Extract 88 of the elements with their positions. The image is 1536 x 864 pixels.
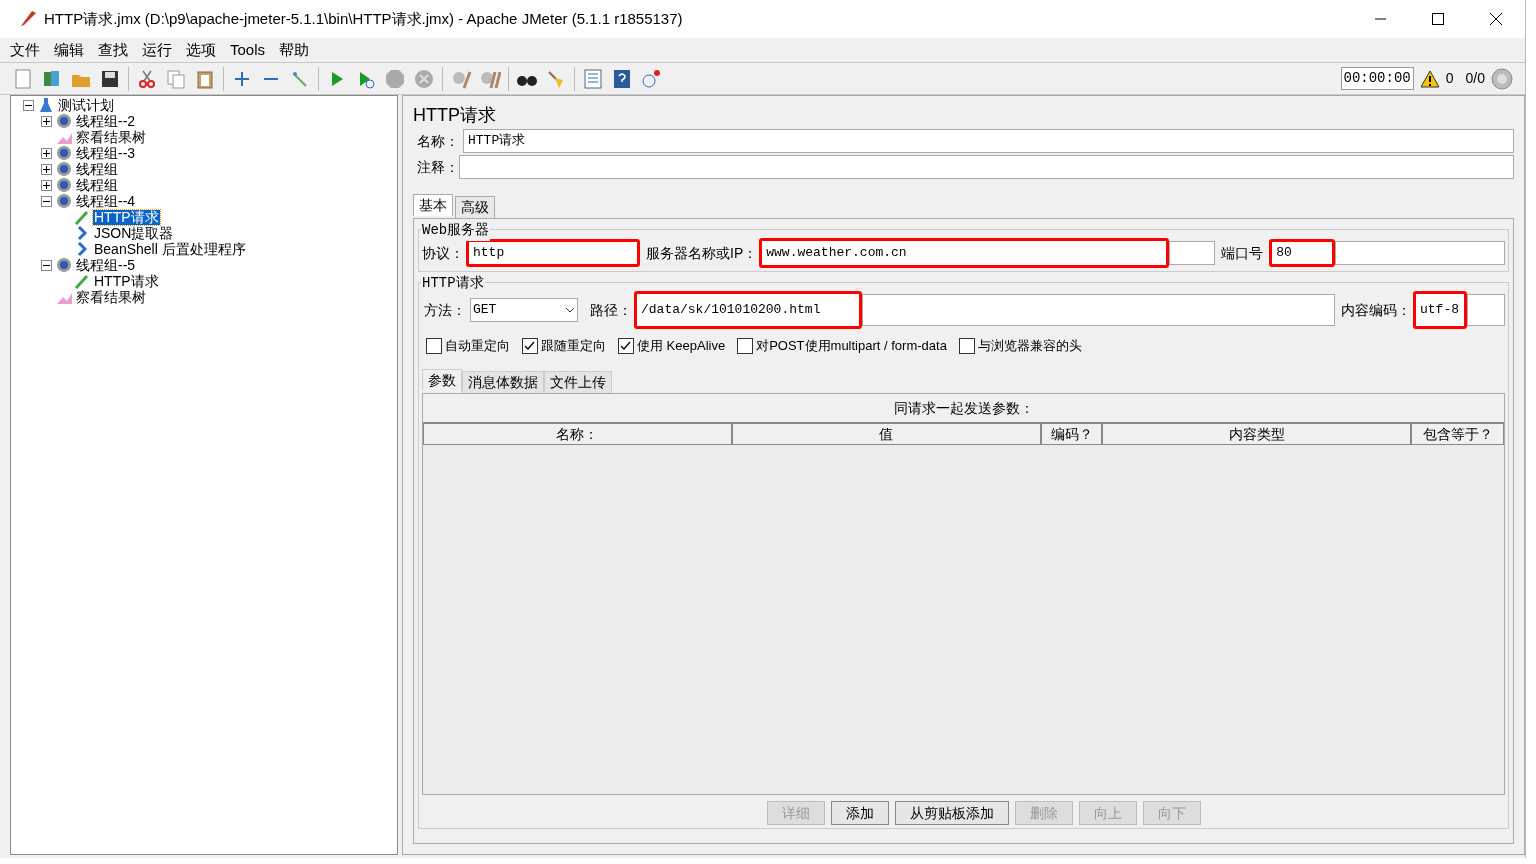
checkbox-label[interactable]: 自动重定向 xyxy=(445,336,510,356)
tree-item[interactable]: JSON提取器 xyxy=(93,225,175,241)
checkbox-label[interactable]: 对POST使用multipart / form-data xyxy=(756,336,947,356)
column-header[interactable]: 名称： xyxy=(423,423,732,445)
input-field[interactable]: utf-8 xyxy=(1413,291,1467,329)
menu-item[interactable]: 文件 xyxy=(8,38,42,62)
tree-item[interactable]: 线程组--4 xyxy=(75,193,137,209)
tree-item[interactable]: BeanShell 后置处理程序 xyxy=(93,241,247,257)
input-field[interactable]: http xyxy=(466,239,640,267)
input-field[interactable]: HTTP请求 xyxy=(463,129,1514,153)
tab[interactable]: 基本 xyxy=(413,194,453,216)
gear-icon xyxy=(55,112,73,130)
checkbox[interactable] xyxy=(522,338,538,354)
tree-item[interactable]: HTTP请求 xyxy=(93,209,160,225)
tree-item[interactable]: 线程组 xyxy=(75,177,119,193)
group-legend: Web服务器 xyxy=(421,220,491,241)
field-label: 名称： xyxy=(416,131,460,151)
checkbox-label[interactable]: 跟随重定向 xyxy=(541,336,606,356)
expand-icon[interactable] xyxy=(41,179,52,191)
button[interactable]: 从剪贴板添加 xyxy=(894,801,1009,825)
tree-item[interactable]: 线程组 xyxy=(75,161,119,177)
column-header[interactable]: 包含等于？ xyxy=(1411,423,1504,445)
field-label: 路径： xyxy=(590,300,632,320)
menu-item[interactable]: 选项 xyxy=(184,38,218,62)
flask-icon xyxy=(37,96,55,114)
tree-item[interactable]: 线程组--2 xyxy=(75,113,137,129)
tab[interactable]: 高级 xyxy=(455,196,495,218)
tree-item[interactable]: 察看结果树 xyxy=(75,289,147,305)
field-label: 服务器名称或IP： xyxy=(646,243,758,263)
menu-item[interactable]: 帮助 xyxy=(277,38,312,62)
tab[interactable]: 文件上传 xyxy=(544,371,612,393)
collapse-icon[interactable] xyxy=(23,99,34,111)
warning-count: 0 xyxy=(1445,69,1454,88)
expand-icon[interactable] xyxy=(41,163,52,175)
input-field[interactable] xyxy=(459,155,1514,179)
collapse-icon[interactable] xyxy=(41,195,52,207)
timer-display: 00:00:00 xyxy=(1340,67,1414,90)
checkbox[interactable] xyxy=(958,338,975,354)
gear-icon xyxy=(55,160,73,178)
button[interactable]: 添加 xyxy=(830,801,889,825)
remote-icon[interactable] xyxy=(640,67,662,90)
menu-item[interactable]: 运行 xyxy=(140,38,174,62)
thread-count: 0/0 xyxy=(1465,69,1485,88)
panel-title: HTTP请求 xyxy=(413,104,497,127)
tree-item[interactable]: 线程组--3 xyxy=(75,145,137,161)
pipette-icon xyxy=(73,272,91,290)
field-label: 内容编码： xyxy=(1341,300,1411,320)
column-header[interactable]: 值 xyxy=(731,423,1041,445)
tree-item[interactable]: 测试计划 xyxy=(57,97,115,113)
window-title: HTTP请求.jmx (D:\p9\apache-jmeter-5.1.1\bin\HTTP请求.jmx) - Apache JMeter (5.1.1 r1855137) xyxy=(44,8,683,29)
tab[interactable]: 参数 xyxy=(422,369,462,391)
menu-item[interactable]: 查找 xyxy=(96,38,130,62)
collapse-icon[interactable] xyxy=(41,259,52,271)
checkbox[interactable] xyxy=(426,338,442,354)
input-field[interactable]: www.weather.com.cn xyxy=(759,238,1170,268)
expand-icon[interactable] xyxy=(41,147,52,159)
field-label: 协议： xyxy=(422,243,464,263)
pipette-icon xyxy=(73,208,91,226)
help-icon[interactable] xyxy=(611,67,633,90)
menu-item[interactable]: 编辑 xyxy=(52,38,86,62)
gear-icon xyxy=(55,176,73,194)
list-icon[interactable] xyxy=(582,67,604,90)
input-field[interactable]: 80 xyxy=(1269,239,1336,267)
gear-icon xyxy=(55,256,73,274)
checkbox-label[interactable]: 与浏览器兼容的头 xyxy=(977,336,1082,356)
column-header[interactable]: 编码？ xyxy=(1040,423,1103,445)
input-field-extension xyxy=(1467,294,1505,326)
table-caption: 同请求一起发送参数： xyxy=(892,398,1035,418)
checkbox-label[interactable]: 使用 KeepAlive xyxy=(637,336,726,356)
tree-item[interactable]: 线程组--5 xyxy=(75,257,137,273)
column-header[interactable]: 内容类型 xyxy=(1102,423,1412,445)
warning-icon xyxy=(1419,69,1440,88)
input-field[interactable]: /data/sk/101010200.html xyxy=(634,291,862,329)
tab[interactable]: 消息体数据 xyxy=(462,371,544,393)
tree-item[interactable]: HTTP请求 xyxy=(93,273,160,289)
expand-icon[interactable] xyxy=(41,115,52,127)
checkbox[interactable] xyxy=(737,338,754,354)
gear-icon xyxy=(55,192,73,210)
tree-item[interactable]: 察看结果树 xyxy=(75,129,147,145)
field-label: 方法： xyxy=(424,300,466,320)
input-field-extension xyxy=(1169,241,1216,265)
field-label: 端口号 xyxy=(1221,243,1264,263)
method-dropdown[interactable]: GET xyxy=(470,298,578,322)
checkbox[interactable] xyxy=(618,338,634,354)
chevron-down-icon xyxy=(565,307,575,313)
menu-item[interactable]: Tools xyxy=(228,38,268,62)
field-label: 注释： xyxy=(416,157,459,177)
gear-icon xyxy=(55,144,73,162)
